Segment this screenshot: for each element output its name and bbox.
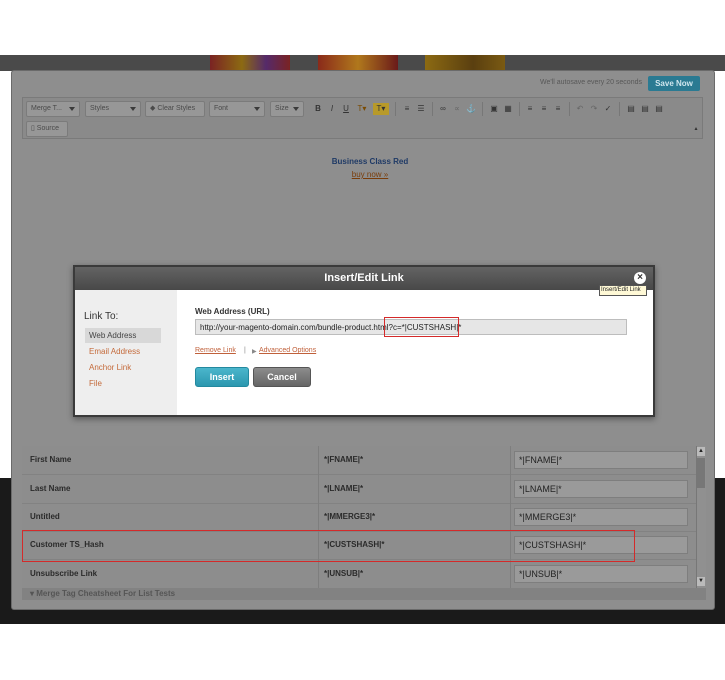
link-type-email-address[interactable]: Email Address bbox=[85, 344, 161, 359]
highlight-annotation-hash bbox=[384, 317, 459, 337]
link-type-anchor-link[interactable]: Anchor Link bbox=[85, 360, 161, 375]
table-row: Untitled *|MMERGE3|* *|MMERGE3|* bbox=[22, 503, 696, 532]
url-label: Web Address (URL) bbox=[195, 307, 270, 316]
clear-styles-button[interactable]: ◆ Clear Styles bbox=[145, 101, 205, 117]
chevron-down-icon bbox=[293, 107, 299, 111]
merge-tag-cheatsheet-toggle[interactable]: ▾ Merge Tag Cheatsheet For List Tests bbox=[22, 588, 706, 600]
bullet-list-icon[interactable]: ☰ bbox=[415, 103, 427, 115]
paste-word-icon[interactable]: ▤ bbox=[653, 103, 665, 115]
clear-styles-label: Clear Styles bbox=[157, 105, 196, 112]
merge-field-name: First Name bbox=[30, 455, 72, 464]
font-label: Font bbox=[214, 105, 229, 112]
toolbar-divider bbox=[569, 102, 570, 116]
spellcheck-icon[interactable]: ✓ bbox=[602, 103, 614, 115]
merge-field-name: Untitled bbox=[30, 512, 60, 521]
buy-now-link[interactable]: buy now » bbox=[300, 170, 440, 179]
merge-tag: *|FNAME|* bbox=[324, 455, 364, 464]
triangle-right-icon[interactable]: ▶ bbox=[252, 348, 257, 355]
bold-icon[interactable]: B bbox=[312, 103, 324, 115]
column-divider bbox=[510, 560, 511, 589]
insert-button[interactable]: Insert bbox=[195, 367, 249, 387]
toolbar-divider bbox=[619, 102, 620, 116]
image-icon[interactable]: ▣ bbox=[488, 103, 500, 115]
save-now-button[interactable]: Save Now bbox=[648, 76, 700, 91]
merge-tag: *|MMERGE3|* bbox=[324, 512, 376, 521]
advanced-options-link[interactable]: Advanced Options bbox=[259, 347, 316, 354]
template-thumbnail bbox=[318, 55, 398, 71]
merge-tag: *|UNSUB|* bbox=[324, 569, 364, 578]
close-tooltip: Insert/Edit Link bbox=[599, 285, 647, 296]
column-divider bbox=[510, 475, 511, 504]
paste-icon[interactable]: ▤ bbox=[625, 103, 637, 115]
column-divider bbox=[510, 446, 511, 475]
collapse-toolbar-icon[interactable]: ▴ bbox=[692, 125, 700, 133]
editor-toolbar: Merge T... Styles ◆ Clear Styles Font Si… bbox=[22, 97, 703, 139]
cheatsheet-label: Merge Tag Cheatsheet For List Tests bbox=[36, 589, 176, 598]
link-separator: | bbox=[244, 347, 246, 354]
merge-tags-dropdown[interactable]: Merge T... bbox=[26, 101, 80, 117]
toolbar-divider bbox=[482, 102, 483, 116]
chevron-down-icon bbox=[69, 107, 75, 111]
table-row: Last Name *|LNAME|* *|LNAME|* bbox=[22, 475, 696, 504]
size-dropdown[interactable]: Size bbox=[270, 101, 304, 117]
paste-text-icon[interactable]: ▤ bbox=[639, 103, 651, 115]
source-button[interactable]: ▯ Source bbox=[26, 121, 68, 137]
underline-icon[interactable]: U bbox=[340, 103, 352, 115]
source-label: Source bbox=[36, 125, 59, 132]
merge-field-name: Last Name bbox=[30, 484, 71, 493]
table-row: Unsubscribe Link *|UNSUB|* *|UNSUB|* bbox=[22, 560, 696, 589]
align-right-icon[interactable]: ≡ bbox=[552, 103, 564, 115]
content-title: Business Class Red bbox=[331, 157, 409, 166]
styles-dropdown[interactable]: Styles bbox=[85, 101, 141, 117]
chevron-down-icon bbox=[254, 107, 260, 111]
merge-tag-field[interactable]: *|FNAME|* bbox=[514, 451, 688, 469]
align-left-icon[interactable]: ≡ bbox=[524, 103, 536, 115]
toolbar-divider bbox=[432, 102, 433, 116]
scroll-up-icon[interactable]: ▲ bbox=[697, 447, 705, 456]
link-type-file[interactable]: File bbox=[85, 376, 161, 391]
chevron-down-icon bbox=[130, 107, 136, 111]
toolbar-divider bbox=[395, 102, 396, 116]
autosave-notice: We'll autosave every 20 seconds bbox=[540, 79, 642, 86]
merge-tag-field[interactable]: *|LNAME|* bbox=[514, 480, 688, 498]
link-to-label: Link To: bbox=[84, 311, 119, 322]
column-divider bbox=[318, 560, 319, 589]
undo-icon[interactable]: ↶ bbox=[574, 103, 586, 115]
dialog-title: Insert/Edit Link bbox=[324, 272, 404, 284]
scrollbar-thumb[interactable] bbox=[697, 458, 705, 488]
merge-tag-field[interactable]: *|MMERGE3|* bbox=[514, 508, 688, 526]
close-icon[interactable]: × bbox=[634, 272, 646, 284]
template-thumbnail bbox=[210, 55, 290, 71]
font-dropdown[interactable]: Font bbox=[209, 101, 265, 117]
column-divider bbox=[318, 503, 319, 532]
merge-tags-label: Merge T... bbox=[31, 105, 62, 112]
link-icon[interactable]: ∞ bbox=[437, 103, 449, 115]
text-color-icon[interactable]: T▾ bbox=[354, 103, 370, 115]
column-divider bbox=[318, 446, 319, 475]
merge-tag: *|LNAME|* bbox=[324, 484, 364, 493]
table-icon[interactable]: ▦ bbox=[502, 103, 514, 115]
column-divider bbox=[510, 503, 511, 532]
anchor-icon[interactable]: ⚓ bbox=[465, 103, 477, 115]
background-color-icon[interactable]: T▾ bbox=[373, 103, 389, 115]
unlink-icon[interactable]: ∝ bbox=[451, 103, 463, 115]
remove-link[interactable]: Remove Link bbox=[195, 347, 236, 354]
scroll-down-icon[interactable]: ▼ bbox=[697, 577, 705, 586]
cancel-button[interactable]: Cancel bbox=[253, 367, 311, 387]
numbered-list-icon[interactable]: ≡ bbox=[401, 103, 413, 115]
column-divider bbox=[318, 475, 319, 504]
align-center-icon[interactable]: ≡ bbox=[538, 103, 550, 115]
styles-label: Styles bbox=[90, 105, 110, 112]
link-type-web-address[interactable]: Web Address bbox=[85, 328, 161, 343]
merge-field-name: Unsubscribe Link bbox=[30, 569, 98, 578]
toolbar-divider bbox=[519, 102, 520, 116]
template-thumbnail bbox=[425, 55, 505, 71]
highlight-annotation-row bbox=[22, 530, 635, 562]
merge-tag-field[interactable]: *|UNSUB|* bbox=[514, 565, 688, 583]
redo-icon[interactable]: ↷ bbox=[588, 103, 600, 115]
table-row: First Name *|FNAME|* *|FNAME|* bbox=[22, 446, 696, 475]
size-label: Size bbox=[275, 105, 289, 112]
italic-icon[interactable]: I bbox=[326, 103, 338, 115]
